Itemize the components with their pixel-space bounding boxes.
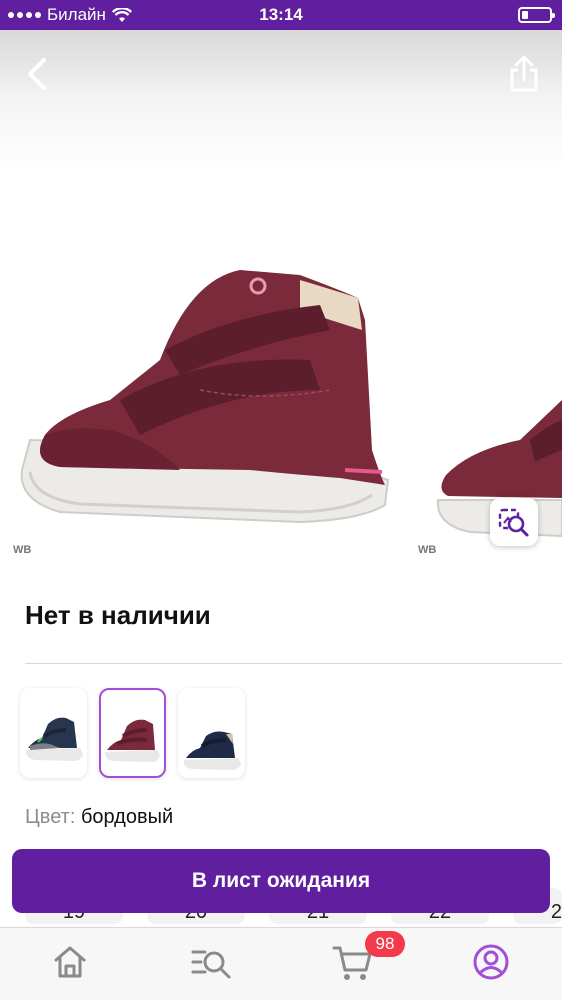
color-variants <box>20 688 245 778</box>
search-list-icon <box>191 950 231 979</box>
variant-swatch-burgundy[interactable] <box>99 688 166 778</box>
color-label: Цвет: <box>25 806 76 828</box>
tab-catalog[interactable] <box>189 940 233 984</box>
variant-thumbnail <box>183 731 241 770</box>
share-icon <box>510 55 538 92</box>
tab-home[interactable] <box>48 940 92 984</box>
product-image <box>20 270 562 538</box>
share-button[interactable] <box>504 52 544 96</box>
battery-icon <box>518 7 555 23</box>
chevron-left-icon <box>28 58 46 90</box>
variant-swatch-navy[interactable] <box>178 688 245 778</box>
color-value: бордовый <box>80 806 174 828</box>
product-gallery[interactable]: WB WB <box>0 30 562 570</box>
image-search-icon <box>498 508 529 537</box>
watermark: WB <box>13 544 32 556</box>
variant-thumbnail <box>104 719 160 762</box>
profile-icon <box>473 944 509 980</box>
variant-swatch-navy-grey[interactable] <box>20 688 87 778</box>
status-bar: Билайн 13:14 <box>0 0 562 30</box>
status-time: 13:14 <box>259 5 303 24</box>
tab-bar <box>0 927 562 1000</box>
variant-thumbnail <box>25 717 83 761</box>
photo-search-button[interactable] <box>490 498 538 546</box>
color-row: Цвет: бордовый <box>25 806 173 829</box>
waitlist-button[interactable]: В лист ожидания <box>12 849 550 913</box>
divider <box>25 663 562 664</box>
tab-profile[interactable] <box>469 940 513 984</box>
availability-status: Нет в наличии <box>25 600 211 630</box>
back-button[interactable] <box>18 52 58 96</box>
home-icon <box>54 946 86 978</box>
cart-badge: 98 <box>365 931 405 957</box>
watermark: WB <box>418 544 437 556</box>
